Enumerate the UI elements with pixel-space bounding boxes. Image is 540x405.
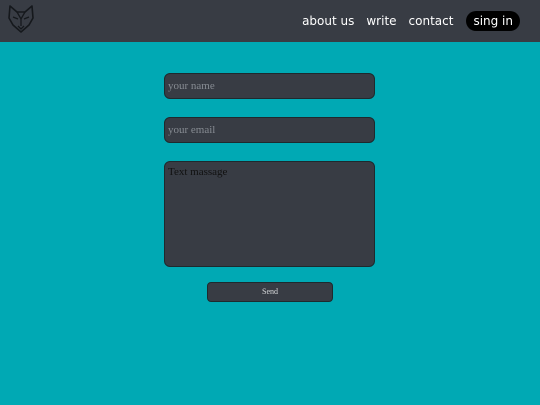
nav-write-link[interactable]: write — [366, 14, 396, 28]
name-input[interactable] — [164, 73, 375, 99]
nav-about-link[interactable]: about us — [302, 14, 354, 28]
message-textarea[interactable]: Text massage — [164, 161, 375, 267]
nav-menu: about us write contact sing in — [302, 0, 520, 42]
nav-contact-link[interactable]: contact — [409, 14, 454, 28]
top-navbar: about us write contact sing in — [0, 0, 540, 42]
signin-button[interactable]: sing in — [466, 11, 520, 31]
send-button[interactable]: Send — [207, 282, 333, 302]
email-input[interactable] — [164, 117, 375, 143]
wolf-icon[interactable] — [6, 4, 36, 34]
